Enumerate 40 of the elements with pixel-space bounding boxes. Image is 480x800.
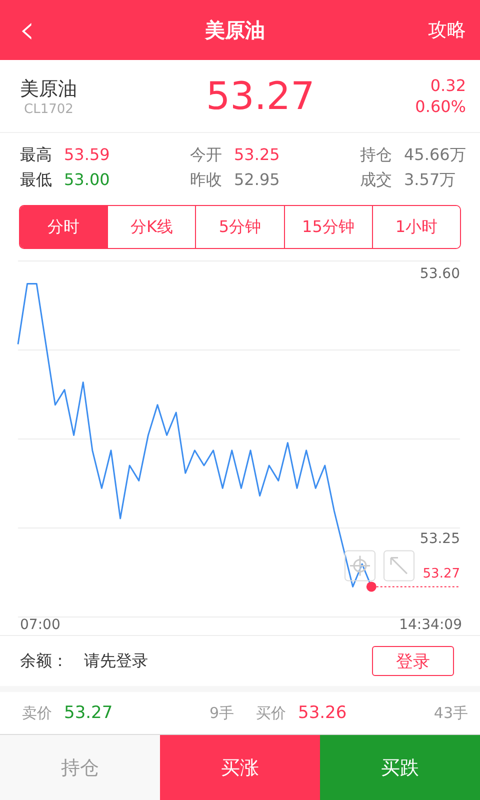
- stat-value: 3.57万: [404, 170, 456, 191]
- product-code: CL1702: [24, 102, 74, 116]
- stat-value: 45.66万: [404, 145, 466, 166]
- guide-link[interactable]: 攻略: [428, 17, 466, 43]
- price-change: 0.32: [429, 75, 466, 96]
- quote-label: 卖价: [22, 704, 52, 722]
- positions-button[interactable]: 持仓: [0, 735, 160, 800]
- stat-value: 53.25: [234, 145, 280, 166]
- quote-price: 53.27: [64, 703, 113, 723]
- stat-value: 52.95: [234, 170, 280, 191]
- time-label: 14:34:09: [399, 617, 462, 633]
- last-price: 53.27: [205, 74, 316, 118]
- balance-value: 请先登录: [84, 650, 149, 672]
- time-label: 07:00: [20, 617, 60, 633]
- stat-value: 53.00: [64, 170, 110, 191]
- period-tab[interactable]: 分时: [20, 206, 108, 248]
- balance-label: 余额：: [20, 650, 68, 672]
- stat-label: 最高: [20, 145, 52, 166]
- stat-label: 持仓: [360, 145, 392, 166]
- buy-down-button[interactable]: 买跌: [320, 735, 480, 800]
- quote-volume: 9手: [209, 704, 234, 722]
- stat-label: 昨收: [190, 170, 222, 191]
- crosshair-icon[interactable]: [344, 550, 376, 582]
- axis-label: 53.25: [420, 531, 460, 548]
- stat-label: 今开: [190, 145, 222, 166]
- axis-label: 53.60: [420, 266, 460, 282]
- last-price-dot: [366, 582, 376, 592]
- quote-price: 53.26: [298, 703, 347, 723]
- stat-label: 成交: [360, 170, 392, 191]
- buy-up-button[interactable]: 买涨: [160, 735, 320, 800]
- price-marker-label: 53.27: [422, 566, 460, 582]
- page-title: 美原油: [205, 16, 265, 44]
- stat-label: 最低: [20, 170, 52, 191]
- quote-volume: 43手: [434, 704, 468, 722]
- back-button[interactable]: ‹: [12, 10, 42, 50]
- login-button[interactable]: 登录: [372, 646, 454, 676]
- change-percent: 0.60%: [415, 96, 466, 117]
- stat-value: 53.59: [64, 145, 110, 166]
- product-name: 美原油: [20, 76, 78, 102]
- quote-label: 买价: [256, 704, 286, 722]
